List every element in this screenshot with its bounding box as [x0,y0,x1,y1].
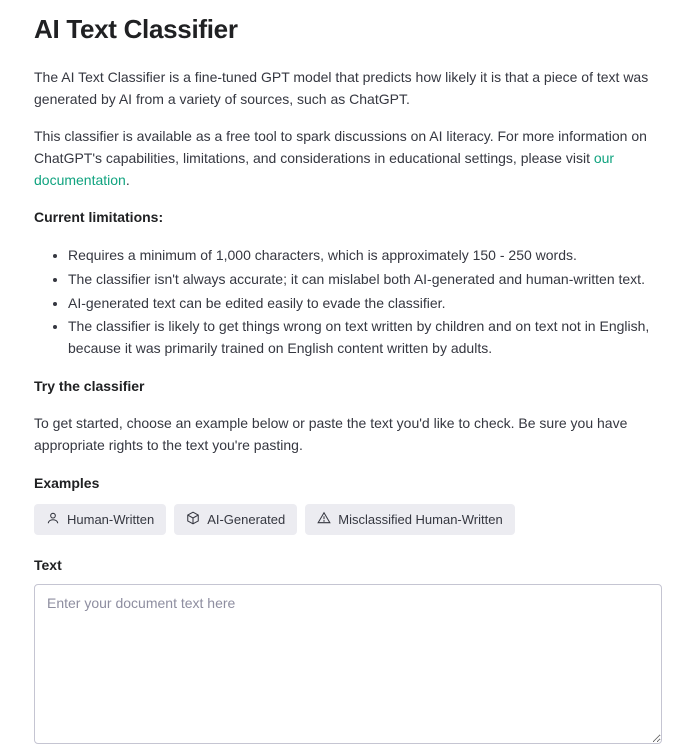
try-heading: Try the classifier [34,376,662,398]
warning-icon [317,511,331,528]
page-title: AI Text Classifier [34,10,662,49]
examples-label: Examples [34,473,662,494]
text-input[interactable] [34,584,662,744]
availability-text-post: . [126,172,130,188]
example-chips: Human-Written AI-Generated Misclassified… [34,504,662,535]
availability-text-pre: This classifier is available as a free t… [34,128,647,166]
limitation-item: The classifier is likely to get things w… [68,316,662,359]
chip-label: Misclassified Human-Written [338,512,502,527]
limitation-item: The classifier isn't always accurate; it… [68,269,662,291]
text-label: Text [34,555,662,576]
try-description: To get started, choose an example below … [34,413,662,456]
limitations-list: Requires a minimum of 1,000 characters, … [34,245,662,359]
availability-paragraph: This classifier is available as a free t… [34,126,662,191]
person-icon [46,511,60,528]
limitations-heading: Current limitations: [34,207,662,229]
chip-misclassified[interactable]: Misclassified Human-Written [305,504,514,535]
chip-ai-generated[interactable]: AI-Generated [174,504,297,535]
limitation-item: AI-generated text can be edited easily t… [68,293,662,315]
limitation-item: Requires a minimum of 1,000 characters, … [68,245,662,267]
cube-icon [186,511,200,528]
chip-label: AI-Generated [207,512,285,527]
chip-label: Human-Written [67,512,154,527]
intro-paragraph: The AI Text Classifier is a fine-tuned G… [34,67,662,110]
chip-human-written[interactable]: Human-Written [34,504,166,535]
